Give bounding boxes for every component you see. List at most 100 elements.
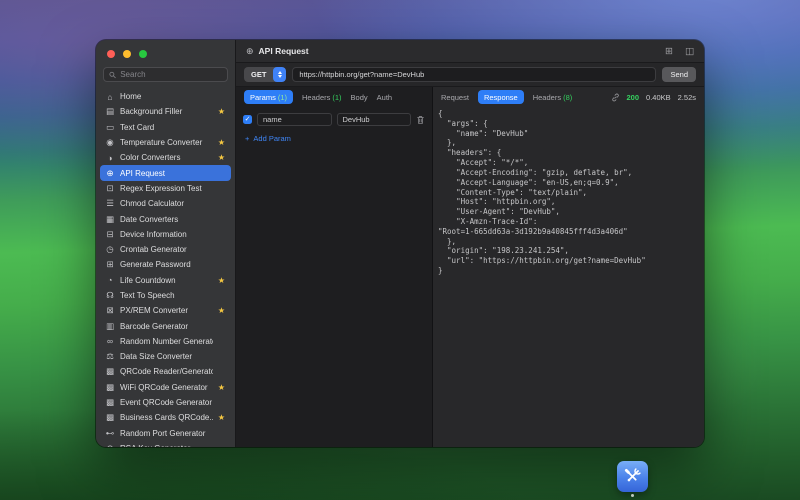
sidebar-item-label: PX/REM Converter <box>120 306 213 315</box>
sidebar-item-label: Temperature Converter <box>120 138 213 147</box>
zoom-window-button[interactable] <box>139 50 147 58</box>
method-select[interactable]: GET <box>244 67 286 82</box>
grid-view-icon[interactable]: ⊞ <box>665 46 673 57</box>
event-qrcode-icon: ▩ <box>105 397 115 408</box>
password-field-icon: ⊞ <box>105 259 115 270</box>
sidebar-item-background-filler[interactable]: ▤Background Filler★ <box>100 104 231 119</box>
sidebar-item-temperature-converter[interactable]: ◉Temperature Converter★ <box>100 135 231 150</box>
tab-request-view[interactable]: Request <box>441 93 469 102</box>
response-status: 200 0.40KB 2.52s <box>611 93 696 102</box>
sidebar-item-text-to-speech[interactable]: ☊Text To Speech★ <box>100 288 231 303</box>
sidebar: ⌂Home★▤Background Filler★▭Text Card★◉Tem… <box>96 40 236 447</box>
sidebar-item-regex-expression-test[interactable]: ⊡Regex Expression Test★ <box>100 181 231 196</box>
speech-icon: ☊ <box>105 290 115 301</box>
response-time: 2.52s <box>678 93 696 102</box>
scale-icon: ⚖ <box>105 351 115 362</box>
search-input[interactable] <box>120 70 222 79</box>
sidebar-item-data-size-converter[interactable]: ⚖Data Size Converter★ <box>100 349 231 364</box>
sidebar-item-label: API Request <box>120 169 213 178</box>
param-value-input[interactable] <box>337 113 412 126</box>
palette-icon: ◑ <box>105 153 115 163</box>
sidebar-item-event-qrcode-generator[interactable]: ▩Event QRCode Generator★ <box>100 395 231 410</box>
sidebar-item-api-request[interactable]: ⊕API Request★ <box>100 165 231 180</box>
tab-response-headers[interactable]: Headers (8) <box>533 93 573 102</box>
devtools-dock-icon[interactable] <box>617 461 648 492</box>
infinity-icon: ∞ <box>105 336 115 346</box>
tab-body[interactable]: Body <box>351 93 368 102</box>
key-icon: ⊙ <box>105 443 115 447</box>
home-icon: ⌂ <box>105 92 115 102</box>
calendar-icon: ▦ <box>105 214 115 225</box>
param-enabled-checkbox[interactable]: ✓ <box>243 115 252 124</box>
sidebar-item-chmod-calculator[interactable]: ☰Chmod Calculator★ <box>100 196 231 211</box>
response-json: { "args": { "name": "DevHub" }, "headers… <box>438 109 700 276</box>
tab-response-view[interactable]: Response <box>478 90 524 104</box>
param-key-input[interactable] <box>257 113 332 126</box>
sidebar-item-rsa-key-generator[interactable]: ⊙RSA Key Generator★ <box>100 441 231 447</box>
status-code: 200 <box>627 93 640 102</box>
star-icon: ★ <box>218 153 225 162</box>
search-field[interactable] <box>103 67 228 82</box>
sidebar-item-generate-password[interactable]: ⊞Generate Password★ <box>100 257 231 272</box>
sidebar-item-label: Barcode Generator <box>120 322 213 331</box>
sidebar-item-label: WiFi QRCode Generator <box>120 383 213 392</box>
sidebar-item-random-port-generator[interactable]: ⊷Random Port Generator★ <box>100 426 231 441</box>
regex-icon: ⊡ <box>105 183 115 194</box>
sidebar-item-label: Life Countdown <box>120 276 213 285</box>
sidebar-item-label: Chmod Calculator <box>120 199 213 208</box>
url-input[interactable] <box>292 67 656 82</box>
response-tabs: Request Response Headers (8) 200 0.40KB … <box>433 87 704 107</box>
ruler-icon: ⊠ <box>105 305 115 316</box>
sidebar-item-label: Generate Password <box>120 260 213 269</box>
toggle-panel-icon[interactable]: ◫ <box>685 46 694 57</box>
sidebar-item-label: Background Filler <box>120 107 213 116</box>
sidebar-item-home[interactable]: ⌂Home★ <box>100 89 231 104</box>
sidebar-item-text-card[interactable]: ▭Text Card★ <box>100 120 231 135</box>
qrcode-icon: ▩ <box>105 366 115 377</box>
sidebar-item-qrcode-reader-generator[interactable]: ▩QRCode Reader/Generator★ <box>100 364 231 379</box>
sidebar-item-label: Regex Expression Test <box>120 184 213 193</box>
sidebar-item-label: Text To Speech <box>120 291 213 300</box>
chmod-icon: ☰ <box>105 198 115 209</box>
send-button[interactable]: Send <box>662 67 696 82</box>
delete-param-button[interactable] <box>416 115 425 125</box>
request-config-panel: Params (1) Headers (1) Body Auth ✓ <box>236 87 433 447</box>
sidebar-item-business-cards-qrcode[interactable]: ▩Business Cards QRCode...★ <box>100 410 231 425</box>
star-icon: ★ <box>218 306 225 315</box>
close-window-button[interactable] <box>107 50 115 58</box>
response-size: 0.40KB <box>646 93 671 102</box>
sidebar-item-label: Random Port Generator <box>120 429 213 438</box>
sidebar-item-label: Business Cards QRCode... <box>120 413 213 422</box>
window-titlebar: ⊕ API Request ⊞ ◫ <box>236 40 704 63</box>
tab-params[interactable]: Params (1) <box>244 90 293 104</box>
sidebar-item-date-converters[interactable]: ▦Date Converters★ <box>100 211 231 226</box>
sidebar-item-barcode-generator[interactable]: ▥Barcode Generator★ <box>100 318 231 333</box>
monitor-icon: ⊟ <box>105 229 115 240</box>
sidebar-item-label: Device Information <box>120 230 213 239</box>
plus-icon: + <box>245 134 249 143</box>
response-headers-count-badge: (8) <box>563 93 572 102</box>
wifi-qrcode-icon: ▩ <box>105 382 115 393</box>
add-param-button[interactable]: + Add Param <box>245 134 423 143</box>
sidebar-item-label: Event QRCode Generator <box>120 398 213 407</box>
sidebar-list: ⌂Home★▤Background Filler★▭Text Card★◉Tem… <box>96 88 235 447</box>
method-stepper-icon[interactable] <box>273 67 286 82</box>
sidebar-item-label: QRCode Reader/Generator <box>120 367 213 376</box>
tab-request-headers[interactable]: Headers (1) <box>302 93 342 102</box>
response-body[interactable]: { "args": { "name": "DevHub" }, "headers… <box>433 107 704 447</box>
sidebar-item-px-rem-converter[interactable]: ⊠ PX/REM Converter ★ <box>100 303 231 318</box>
sidebar-item-crontab-generator[interactable]: ◷Crontab Generator★ <box>100 242 231 257</box>
sidebar-item-random-number-generator[interactable]: ∞Random Number Generator★ <box>100 334 231 349</box>
port-icon: ⊷ <box>105 428 115 439</box>
params-count-badge: (1) <box>278 93 287 102</box>
sidebar-item-wifi-qrcode-generator[interactable]: ▩WiFi QRCode Generator★ <box>100 380 231 395</box>
star-icon: ★ <box>218 276 225 285</box>
method-label: GET <box>244 70 273 79</box>
sidebar-item-label: Date Converters <box>120 215 213 224</box>
tab-auth[interactable]: Auth <box>377 93 392 102</box>
sidebar-item-color-converters[interactable]: ◑Color Converters★ <box>100 150 231 165</box>
sidebar-item-device-information[interactable]: ⊟Device Information★ <box>100 227 231 242</box>
minimize-window-button[interactable] <box>123 50 131 58</box>
sidebar-item-life-countdown[interactable]: ◔Life Countdown★ <box>100 273 231 288</box>
param-row: ✓ <box>243 113 425 126</box>
